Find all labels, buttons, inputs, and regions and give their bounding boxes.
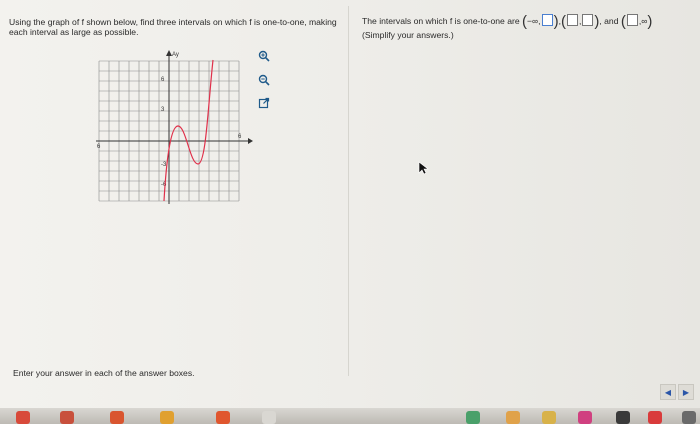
page: Using the graph of f shown below, find t… (0, 0, 700, 424)
y-axis-label: Ay (172, 52, 179, 58)
and-word: and (604, 16, 619, 26)
dock-app-icon[interactable] (616, 411, 630, 424)
dock-app-icon[interactable] (160, 411, 174, 424)
dock-app-icon[interactable] (506, 411, 520, 424)
x-axis-arrow-icon (248, 138, 253, 144)
dock-app-icon[interactable] (110, 411, 124, 424)
question-text: Using the graph of f shown below, find t… (9, 17, 337, 37)
graph-tools (256, 48, 274, 112)
answer-box-3[interactable] (582, 14, 594, 26)
dock-app-icon[interactable] (542, 411, 556, 424)
dock-app-icon[interactable] (682, 411, 696, 424)
comma-3: , (599, 16, 602, 26)
dock-app-icon[interactable] (262, 411, 276, 424)
taskbar-dock (0, 408, 700, 424)
answer-prefix: The intervals on which f is one-to-one a… (362, 16, 520, 26)
answer-box-4[interactable] (626, 14, 638, 26)
comma-2: , (578, 16, 582, 26)
answer-box-2[interactable] (566, 14, 578, 26)
tick-label-x-neg-6: 6 (97, 144, 101, 150)
tick-label-y-3: 3 (161, 107, 165, 113)
dock-app-icon[interactable] (16, 411, 30, 424)
simplify-hint: (Simplify your answers.) (362, 30, 454, 40)
neg-infinity: −∞, (527, 16, 541, 26)
dock-app-icon[interactable] (648, 411, 662, 424)
mouse-cursor-icon (418, 161, 429, 175)
graph-svg: Ay 6 3 6 -3 -6 6 (96, 50, 253, 204)
dock-app-icon[interactable] (60, 411, 74, 424)
tick-label-y-neg-6: -6 (161, 182, 167, 188)
open-paren-2: ( (560, 13, 566, 30)
function-graph: Ay 6 3 6 -3 -6 6 (92, 46, 262, 206)
prev-button[interactable]: ◀ (660, 384, 676, 400)
external-link-icon[interactable] (256, 95, 272, 111)
close-paren-3: ) (647, 13, 653, 30)
dock-app-icon[interactable] (578, 411, 592, 424)
dock-app-icon[interactable] (216, 411, 230, 424)
question-nav: ◀ ▶ (660, 384, 694, 400)
zoom-out-icon[interactable] (256, 72, 272, 88)
footer-instruction: Enter your answer in each of the answer … (13, 368, 195, 378)
open-paren-3: ( (620, 13, 626, 30)
tick-label-y-6: 6 (161, 77, 165, 83)
column-divider (348, 6, 349, 376)
tick-label-x-6: 6 (238, 134, 242, 140)
dock-app-icon[interactable] (466, 411, 480, 424)
answer-line: The intervals on which f is one-to-one a… (362, 13, 698, 30)
next-button[interactable]: ▶ (678, 384, 694, 400)
answer-box-1[interactable] (541, 14, 553, 26)
zoom-in-icon[interactable] (256, 48, 272, 64)
